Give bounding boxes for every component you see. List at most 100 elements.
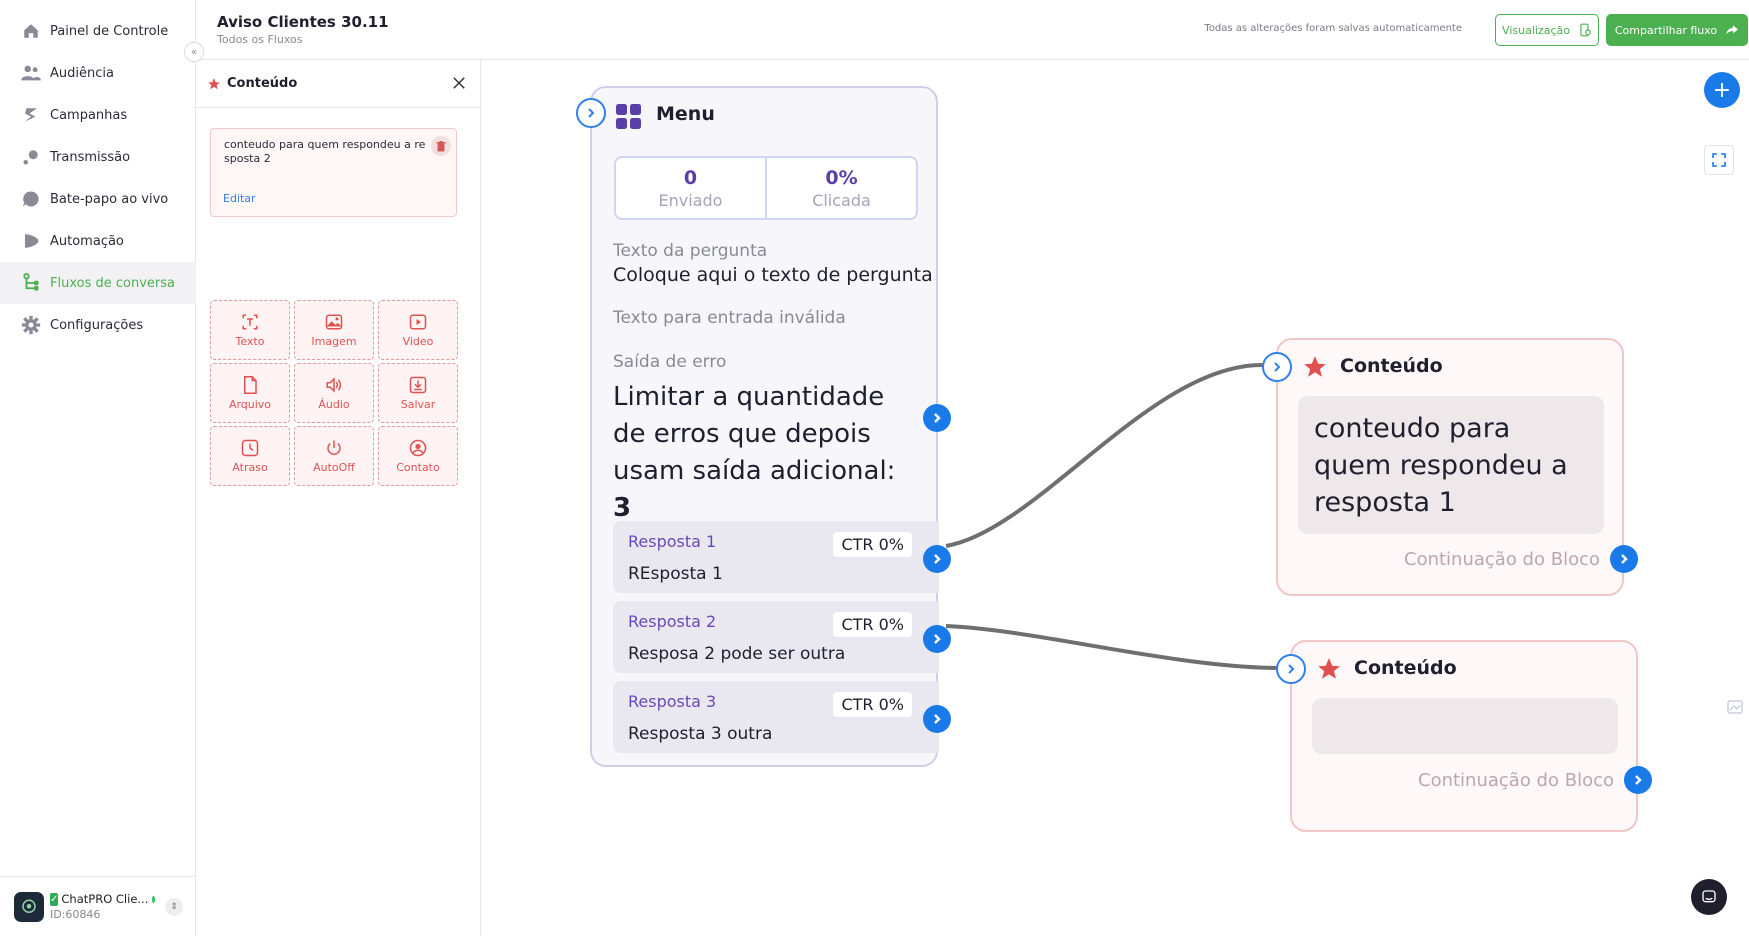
content-node-title: Conteúdo bbox=[1340, 355, 1443, 377]
close-panel-button[interactable] bbox=[450, 74, 468, 92]
page-title: Aviso Clientes 30.11 bbox=[217, 13, 389, 31]
avatar bbox=[14, 891, 44, 922]
video-icon bbox=[409, 314, 427, 329]
stat-sent: 0 Enviado bbox=[616, 158, 765, 218]
sidebar-item-bate-papo[interactable]: Bate-papo ao vivo bbox=[0, 178, 196, 220]
response-1-output-port[interactable] bbox=[923, 545, 951, 573]
response-item-2[interactable]: Resposta 2 CTR 0% Resposa 2 pode ser out… bbox=[613, 601, 939, 673]
preview-button-label: Visualização bbox=[1502, 23, 1570, 37]
sidebar-item-campanhas[interactable]: Campanhas bbox=[0, 94, 196, 136]
error-output-label: Saída de erro bbox=[613, 352, 727, 372]
menu-node-title: Menu bbox=[656, 103, 715, 125]
sidebar-item-configuracoes[interactable]: Configurações bbox=[0, 304, 196, 346]
question-label: Texto da pergunta bbox=[613, 241, 768, 261]
tool-texto[interactable]: Texto bbox=[210, 300, 290, 360]
connector-resposta-1[interactable] bbox=[945, 363, 1277, 548]
sidebar-item-painel-de-controle[interactable]: Painel de Controle bbox=[0, 10, 196, 52]
content-editor-panel: Conteúdo conteudo para quem respondeu a … bbox=[196, 60, 481, 936]
chevron-right-icon bbox=[1621, 554, 1628, 564]
response-item-3[interactable]: Resposta 3 CTR 0% Resposta 3 outra bbox=[613, 681, 939, 753]
tool-video[interactable]: Video bbox=[378, 300, 458, 360]
response-2-output-port[interactable] bbox=[923, 625, 951, 653]
tool-atraso[interactable]: Atraso bbox=[210, 426, 290, 486]
chevron-right-icon bbox=[934, 634, 941, 644]
content-node-2[interactable]: Conteúdo Continuação do Bloco bbox=[1276, 640, 1652, 832]
content-2-output-port[interactable] bbox=[1624, 766, 1652, 794]
tool-label: Atraso bbox=[232, 460, 268, 474]
grid-menu-icon bbox=[616, 104, 641, 129]
gear-icon bbox=[20, 314, 42, 336]
sidebar-item-audiencia[interactable]: Audiência bbox=[0, 52, 196, 94]
response-item-1[interactable]: Resposta 1 CTR 0% REsposta 1 bbox=[613, 521, 939, 593]
tool-label: Video bbox=[402, 334, 434, 348]
delete-message-button[interactable] bbox=[431, 136, 451, 156]
content-2-input-port[interactable] bbox=[1276, 654, 1306, 684]
chevron-right-icon bbox=[1288, 664, 1295, 674]
minimap-icon[interactable] bbox=[1727, 700, 1743, 714]
sidebar-item-label: Campanhas bbox=[50, 107, 128, 123]
chevron-right-icon bbox=[1635, 775, 1642, 785]
chat-icon bbox=[1702, 890, 1716, 903]
share-flow-button[interactable]: Compartilhar fluxo bbox=[1606, 14, 1748, 46]
response-value: REsposta 1 bbox=[628, 564, 723, 584]
tool-salvar[interactable]: Salvar bbox=[378, 363, 458, 423]
content-message-card[interactable]: conteudo para quem respondeu a resposta … bbox=[210, 128, 457, 217]
content-node-text: conteudo para quem respondeu a resposta … bbox=[1298, 396, 1604, 534]
menu-input-port[interactable] bbox=[576, 98, 606, 128]
chevron-right-icon bbox=[588, 108, 595, 118]
save-icon bbox=[409, 376, 427, 393]
users-icon bbox=[20, 62, 42, 84]
content-node-1[interactable]: Conteúdo conteudo para quem respondeu a … bbox=[1262, 338, 1638, 596]
tool-contato[interactable]: Contato bbox=[378, 426, 458, 486]
text-icon bbox=[242, 314, 258, 329]
error-count: 3 bbox=[613, 493, 632, 523]
chevron-right-icon bbox=[1274, 362, 1281, 372]
top-header: Aviso Clientes 30.11 Todos os Fluxos Tod… bbox=[196, 0, 1749, 60]
question-value: Coloque aqui o texto de pergunta bbox=[613, 264, 933, 286]
sidebar-item-label: Bate-papo ao vivo bbox=[50, 191, 169, 207]
tool-arquivo[interactable]: Arquivo bbox=[210, 363, 290, 423]
content-1-input-port[interactable] bbox=[1262, 352, 1292, 382]
audio-icon bbox=[326, 376, 342, 393]
error-output-port[interactable] bbox=[923, 404, 951, 432]
file-icon bbox=[244, 375, 257, 394]
response-title: Resposta 1 bbox=[628, 532, 717, 551]
expand-icon bbox=[1712, 153, 1726, 167]
close-icon bbox=[453, 77, 465, 89]
sidebar-item-label: Fluxos de conversa bbox=[50, 275, 175, 291]
sidebar-item-automacao[interactable]: Automação bbox=[0, 220, 196, 262]
star-icon bbox=[208, 77, 220, 89]
response-title: Resposta 2 bbox=[628, 612, 717, 631]
star-icon bbox=[1304, 356, 1326, 377]
connector-resposta-2[interactable] bbox=[945, 624, 1292, 671]
share-button-label: Compartilhar fluxo bbox=[1614, 23, 1718, 37]
response-title: Resposta 3 bbox=[628, 692, 717, 711]
sidebar-item-label: Configurações bbox=[50, 317, 144, 333]
fit-view-button[interactable] bbox=[1704, 145, 1734, 175]
phone-preview-icon bbox=[1580, 23, 1591, 37]
preview-button[interactable]: Visualização bbox=[1495, 14, 1599, 46]
tool-autooff[interactable]: AutoOff bbox=[294, 426, 374, 486]
sidebar: Painel de Controle Audiência Campanhas T… bbox=[0, 0, 196, 936]
star-icon bbox=[1318, 658, 1340, 679]
flow-icon bbox=[20, 272, 42, 294]
account-switcher[interactable]: ✓ ChatPRO Clie... ID:60846 ⇕ bbox=[0, 876, 196, 936]
tool-imagem[interactable]: Imagem bbox=[294, 300, 374, 360]
tool-label: Áudio bbox=[318, 397, 350, 411]
tool-audio[interactable]: Áudio bbox=[294, 363, 374, 423]
flow-canvas[interactable]: Menu 0 Enviado 0% Clicada Texto da pergu… bbox=[481, 60, 1749, 936]
sidebar-item-transmissao[interactable]: Transmissão bbox=[0, 136, 196, 178]
collapse-sidebar-button[interactable]: « bbox=[184, 42, 204, 62]
add-block-button[interactable]: + bbox=[1704, 72, 1740, 108]
sidebar-item-label: Automação bbox=[50, 233, 124, 249]
content-1-output-port[interactable] bbox=[1610, 545, 1638, 573]
breadcrumb[interactable]: Todos os Fluxos bbox=[217, 33, 302, 46]
support-chat-button[interactable] bbox=[1691, 879, 1727, 915]
stat-value: 0% bbox=[825, 166, 858, 189]
menu-node[interactable]: Menu 0 Enviado 0% Clicada Texto da pergu… bbox=[576, 86, 951, 767]
response-3-output-port[interactable] bbox=[923, 705, 951, 733]
edit-message-link[interactable]: Editar bbox=[223, 192, 256, 206]
tool-label: Contato bbox=[396, 460, 440, 474]
sidebar-item-fluxos-de-conversa[interactable]: Fluxos de conversa bbox=[0, 262, 196, 304]
chevron-updown-icon[interactable]: ⇕ bbox=[165, 897, 183, 916]
